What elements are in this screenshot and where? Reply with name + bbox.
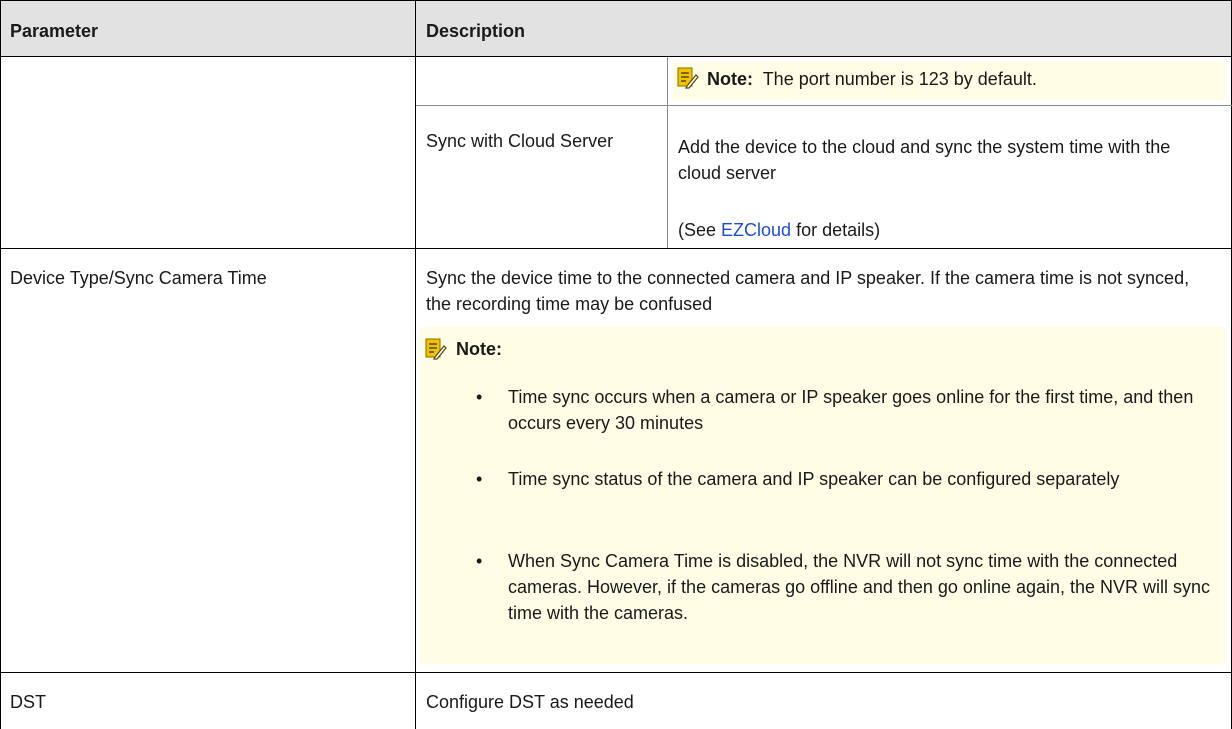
header-parameter: Parameter — [10, 21, 99, 41]
table-header — [0, 0, 1232, 57]
column-divider — [415, 0, 416, 729]
description-sync-camera-time: Sync the device time to the connected ca… — [426, 268, 1190, 314]
see-ezcloud: (See EZCloud for details) — [678, 220, 881, 240]
row-divider — [416, 105, 1232, 106]
header-description: Description — [426, 21, 526, 41]
inner-column-divider — [667, 57, 668, 249]
bullet-marker: • — [476, 387, 483, 407]
note-icon — [425, 338, 447, 360]
note-icon — [677, 67, 699, 89]
row-divider — [0, 248, 1232, 249]
note-bullet-2: Time sync status of the camera and IP sp… — [508, 469, 1120, 489]
sub-parameter-cloud: Sync with Cloud Server — [426, 131, 614, 151]
note-bullet-3: When Sync Camera Time is disabled, the N… — [508, 551, 1211, 623]
ezcloud-link[interactable]: EZCloud — [721, 220, 791, 240]
table-border — [0, 0, 1, 729]
note-text-port: Note: The port number is 123 by default. — [707, 69, 1037, 89]
description-cloud: Add the device to the cloud and sync the… — [678, 137, 1171, 183]
parameter-sync-camera-time: Device Type/Sync Camera Time — [10, 268, 267, 288]
bullet-marker: • — [476, 551, 483, 571]
header-divider — [0, 56, 1232, 57]
parameter-dst: DST — [10, 692, 46, 712]
note-bullet-1: Time sync occurs when a camera or IP spe… — [508, 387, 1194, 433]
bullet-marker: • — [476, 469, 483, 489]
note-label-sync: Note: — [456, 339, 502, 359]
description-dst: Configure DST as needed — [426, 692, 634, 712]
table-border — [0, 0, 1232, 1]
row-divider — [0, 672, 1232, 673]
